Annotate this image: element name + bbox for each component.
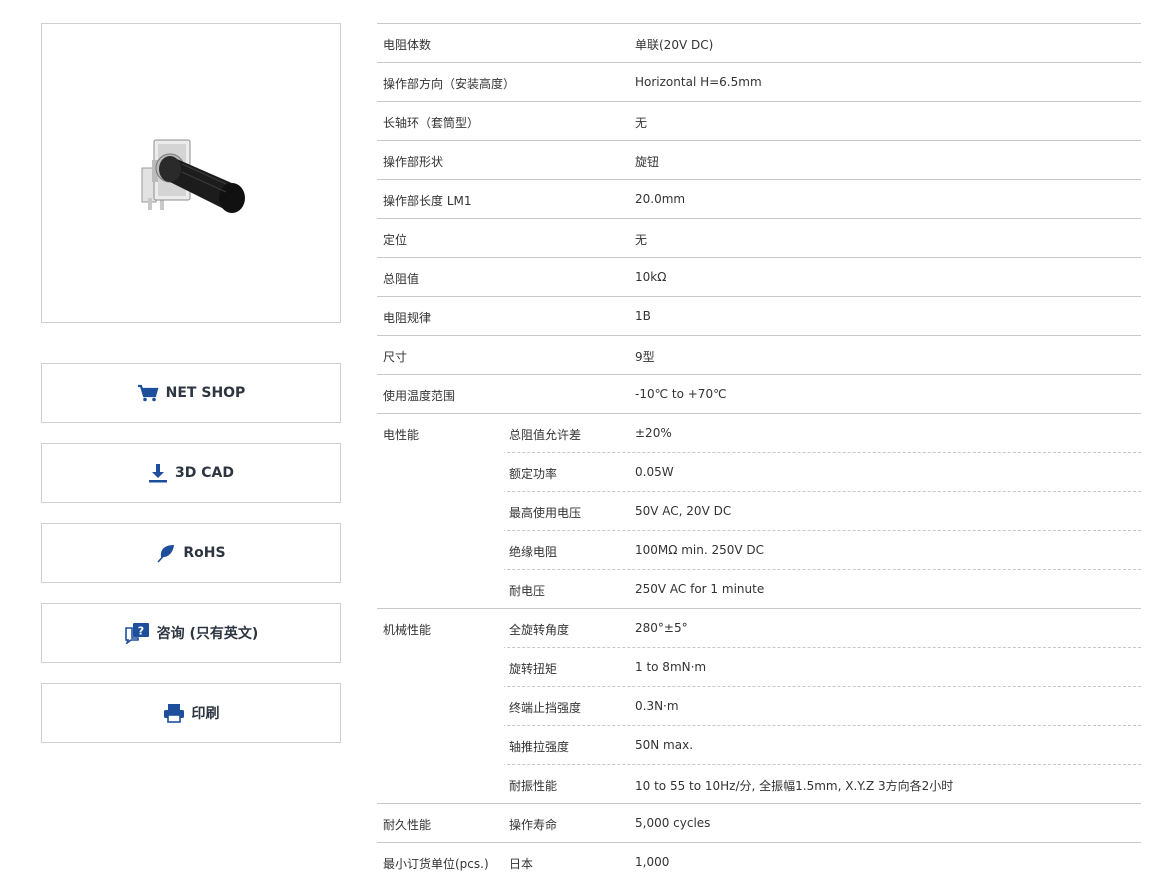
spec-sublabel: 总阻值允许差 bbox=[509, 428, 582, 442]
spec-value: 无 bbox=[635, 233, 648, 247]
spec-label: 尺寸 bbox=[383, 350, 408, 364]
spec-row: 使用温度范围 -10℃ to +70℃ bbox=[377, 374, 1141, 413]
left-panel: NET SHOP 3D CAD RoHS ? 咨询 (只有英文) 印刷 bbox=[41, 23, 341, 743]
spec-row: 定位 无 bbox=[377, 218, 1141, 257]
spec-row: 耐振性能 10 to 55 to 10Hz/分, 全振幅1.5mm, X.Y.Z … bbox=[377, 764, 1141, 803]
spec-row: 尺寸 9型 bbox=[377, 335, 1141, 374]
spec-value: 10kΩ bbox=[635, 270, 667, 284]
spec-sublabel: 最高使用电压 bbox=[509, 506, 582, 520]
spec-value: 280°±5° bbox=[635, 621, 688, 635]
row-divider-mask bbox=[377, 530, 504, 531]
spec-value: 100MΩ min. 250V DC bbox=[635, 543, 765, 557]
row-divider-mask bbox=[377, 452, 504, 453]
spec-row: 最小订货单位(pcs.) 日本 1,000 bbox=[377, 842, 1141, 881]
spec-value: 旋钮 bbox=[635, 155, 660, 169]
spec-row: 终端止挡强度 0.3N·m bbox=[377, 686, 1141, 725]
product-image bbox=[141, 139, 245, 213]
spec-value: 5,000 cycles bbox=[635, 816, 711, 830]
spec-row: 额定功率 0.05W bbox=[377, 452, 1141, 491]
row-divider-mask bbox=[377, 569, 504, 570]
spec-row: 长轴环（套筒型） 无 bbox=[377, 101, 1141, 140]
spec-row: 耐久性能 操作寿命 5,000 cycles bbox=[377, 803, 1141, 842]
spec-sublabel: 日本 bbox=[509, 857, 534, 871]
spec-label: 使用温度范围 bbox=[383, 389, 456, 403]
row-divider-mask bbox=[377, 491, 504, 492]
spec-row: 机械性能 全旋转角度 280°±5° bbox=[377, 608, 1141, 647]
spec-label: 最小订货单位(pcs.) bbox=[383, 857, 489, 871]
row-divider-mask bbox=[377, 764, 504, 765]
inquiry-button[interactable]: ? 咨询 (只有英文) bbox=[41, 603, 341, 663]
inquiry-label: 咨询 (只有英文) bbox=[156, 626, 259, 642]
spec-value: 10 to 55 to 10Hz/分, 全振幅1.5mm, X.Y.Z 3方向各… bbox=[635, 779, 954, 793]
spec-label: 耐久性能 bbox=[383, 818, 432, 832]
spec-sublabel: 轴推拉强度 bbox=[509, 740, 570, 754]
net-shop-button[interactable]: NET SHOP bbox=[41, 363, 341, 423]
spec-row: 电性能 总阻值允许差 ±20% bbox=[377, 413, 1141, 452]
spec-label: 操作部形状 bbox=[383, 155, 444, 169]
3d-cad-button[interactable]: 3D CAD bbox=[41, 443, 341, 503]
spec-value: 50V AC, 20V DC bbox=[635, 504, 732, 518]
spec-value: ±20% bbox=[635, 426, 672, 440]
spec-row: 旋转扭矩 1 to 8mN·m bbox=[377, 647, 1141, 686]
leaf-icon bbox=[157, 545, 175, 563]
spec-label: 操作部方向（安装高度） bbox=[383, 77, 516, 91]
print-button[interactable]: 印刷 bbox=[41, 683, 341, 743]
spec-label: 电阻规律 bbox=[383, 311, 432, 325]
row-divider-mask bbox=[377, 686, 504, 687]
spec-sublabel: 终端止挡强度 bbox=[509, 701, 582, 715]
rohs-button[interactable]: RoHS bbox=[41, 523, 341, 583]
spec-row: 总阻值 10kΩ bbox=[377, 257, 1141, 296]
spec-row: 操作部方向（安装高度） Horizontal H=6.5mm bbox=[377, 62, 1141, 101]
print-label: 印刷 bbox=[191, 706, 220, 722]
spec-value: 20.0mm bbox=[635, 192, 686, 206]
spec-value: 1 to 8mN·m bbox=[635, 660, 707, 674]
spec-row: 耐电压 250V AC for 1 minute bbox=[377, 569, 1141, 608]
spec-value: 单联(20V DC) bbox=[635, 38, 714, 52]
spec-row: 轴推拉强度 50N max. bbox=[377, 725, 1141, 764]
svg-text:?: ? bbox=[137, 625, 143, 638]
spec-value: -10℃ to +70℃ bbox=[635, 387, 727, 401]
product-image-frame bbox=[41, 23, 341, 323]
spec-sublabel: 绝缘电阻 bbox=[509, 545, 558, 559]
spec-row: 电阻体数 单联(20V DC) bbox=[377, 23, 1141, 62]
spec-label: 电阻体数 bbox=[383, 38, 432, 52]
row-divider-mask bbox=[377, 647, 504, 648]
spec-sublabel: 旋转扭矩 bbox=[509, 662, 558, 676]
spec-label: 机械性能 bbox=[383, 623, 432, 637]
3d-cad-label: 3D CAD bbox=[175, 465, 234, 481]
spec-sublabel: 操作寿命 bbox=[509, 818, 558, 832]
spec-value: 无 bbox=[635, 116, 648, 130]
spec-row: 操作部形状 旋钮 bbox=[377, 140, 1141, 179]
spec-label: 总阻值 bbox=[383, 272, 420, 286]
spec-sublabel: 全旋转角度 bbox=[509, 623, 570, 637]
spec-sublabel: 耐振性能 bbox=[509, 779, 558, 793]
cart-icon bbox=[137, 384, 159, 402]
spec-row: 绝缘电阻 100MΩ min. 250V DC bbox=[377, 530, 1141, 569]
spec-value: 50N max. bbox=[635, 738, 694, 752]
spec-label: 操作部长度 LM1 bbox=[383, 194, 472, 208]
spec-row: 电阻规律 1B bbox=[377, 296, 1141, 335]
spec-table: 电阻体数 单联(20V DC) 操作部方向（安装高度） Horizontal H=6.… bbox=[377, 23, 1141, 881]
row-divider-mask bbox=[377, 725, 504, 726]
spec-value: 1B bbox=[635, 309, 651, 323]
spec-value: 1,000 bbox=[635, 855, 670, 869]
printer-icon bbox=[163, 704, 184, 723]
spec-label: 定位 bbox=[383, 233, 408, 247]
spec-label: 长轴环（套筒型） bbox=[383, 116, 480, 130]
spec-sublabel: 耐电压 bbox=[509, 584, 546, 598]
spec-value: 0.05W bbox=[635, 465, 674, 479]
download-icon bbox=[149, 464, 168, 483]
question-chat-icon: ? bbox=[124, 623, 149, 644]
spec-value: Horizontal H=6.5mm bbox=[635, 75, 762, 89]
spec-value: 0.3N·m bbox=[635, 699, 679, 713]
spec-row: 最高使用电压 50V AC, 20V DC bbox=[377, 491, 1141, 530]
spec-label: 电性能 bbox=[383, 428, 420, 442]
spec-value: 9型 bbox=[635, 350, 655, 364]
spec-value: 250V AC for 1 minute bbox=[635, 582, 765, 596]
rohs-label: RoHS bbox=[183, 545, 226, 561]
spec-sublabel: 额定功率 bbox=[509, 467, 558, 481]
net-shop-label: NET SHOP bbox=[165, 385, 246, 401]
spec-row: 操作部长度 LM1 20.0mm bbox=[377, 179, 1141, 218]
